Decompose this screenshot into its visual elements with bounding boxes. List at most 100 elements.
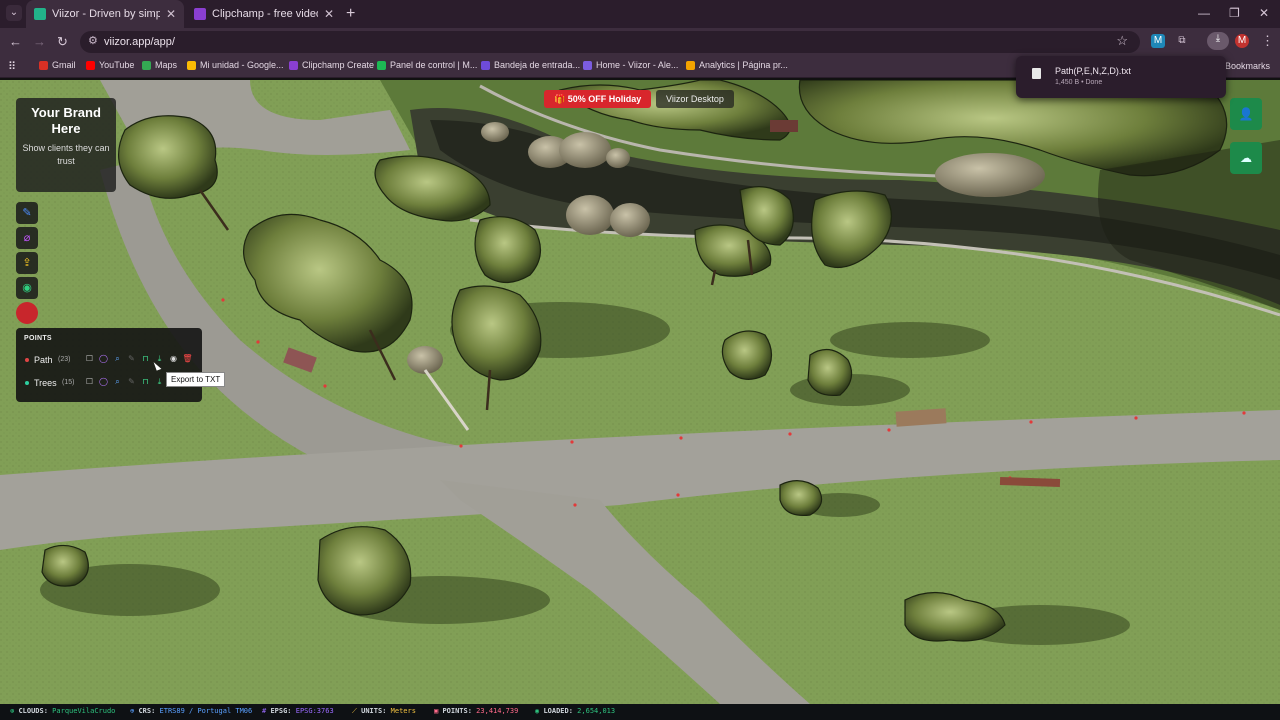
bookmark-label: Gmail	[52, 60, 76, 70]
upload-tool-icon[interactable]: ⇪	[16, 252, 38, 274]
ruler-icon: ⟋	[352, 707, 362, 715]
apps-grid-icon[interactable]: ⠿	[8, 60, 16, 73]
holiday-offer-badge[interactable]: 🎁 50% OFF Holiday	[544, 90, 652, 108]
zoom-to-icon[interactable]: ⌕	[112, 354, 123, 364]
draw-line-tool-icon[interactable]: ✎	[16, 202, 38, 224]
gift-icon: 🎁	[554, 94, 568, 104]
layer-count: (15)	[62, 379, 75, 386]
zoom-to-icon[interactable]: ⌕	[112, 377, 123, 387]
edit-icon[interactable]: ✎	[126, 354, 137, 363]
lock-icon[interactable]: ⊓	[140, 354, 151, 363]
download-popup[interactable]: Path(P,E,N,Z,D).txt 1,450 B • Done	[1016, 56, 1226, 98]
bookmark-star-icon[interactable]: ☆	[1116, 33, 1128, 49]
layer-count: (23)	[58, 356, 71, 363]
inbox-icon	[481, 60, 490, 70]
bookmark-inbox[interactable]: Bandeja de entrada...	[481, 60, 580, 70]
bookmark-label: Bandeja de entrada...	[494, 60, 581, 70]
layer-name: Path	[34, 355, 53, 365]
bookmark-drive[interactable]: Mi unidad - Google...	[187, 60, 284, 70]
holiday-offer-label: 50% OFF Holiday	[567, 94, 642, 104]
status-clouds: ⊛ CLOUDS: ParqueVilaCrudo	[10, 707, 116, 715]
close-tab-icon[interactable]: ✕	[324, 7, 334, 21]
maximize-icon[interactable]: ❐	[1229, 6, 1240, 20]
new-tab-button[interactable]: +	[346, 5, 355, 23]
back-icon[interactable]: ←	[9, 34, 22, 49]
puzzle-extensions-icon[interactable]: ⧉	[1175, 34, 1189, 48]
bookmark-label: YouTube	[99, 60, 135, 70]
panel-icon	[377, 60, 386, 70]
checkbox-icon[interactable]: ☐	[84, 354, 95, 363]
bookmark-maps[interactable]: Maps	[142, 60, 177, 70]
tab-search-button[interactable]: ⌄	[6, 5, 22, 21]
visibility-tool-icon[interactable]: ◉	[16, 277, 38, 299]
edit-icon[interactable]: ✎	[126, 377, 137, 386]
downloads-icon[interactable]: ⤓	[1207, 32, 1229, 50]
close-tab-icon[interactable]: ✕	[166, 7, 176, 21]
layer-name: Trees	[34, 378, 57, 388]
bookmark-viizor-home[interactable]: Home - Viizor - Ale...	[583, 60, 678, 70]
site-info-icon[interactable]: ⚙	[88, 34, 98, 47]
extension-icon[interactable]: M	[1151, 34, 1165, 48]
layer-color-dot	[25, 381, 29, 385]
status-units: ⟋ UNITS: Meters	[352, 707, 416, 715]
bookmark-label: Panel de control | M...	[390, 60, 478, 70]
drive-icon	[187, 60, 196, 70]
minimize-icon[interactable]: —	[1198, 6, 1210, 20]
lock-icon[interactable]: ⊓	[140, 377, 151, 386]
brand-subtitle: Show clients they can trust	[22, 143, 110, 166]
maps-icon	[142, 60, 151, 70]
menu-kebab-icon[interactable]: ⋮	[1261, 33, 1274, 49]
export-txt-icon[interactable]: ⤓	[154, 377, 165, 387]
user-account-icon[interactable]: 👤	[1230, 98, 1262, 130]
points-header: POINTS	[24, 335, 52, 342]
bookmark-label: Home - Viizor - Ale...	[596, 60, 679, 70]
bookmark-analytics[interactable]: Analytics | Página pr...	[686, 60, 788, 70]
viizor-icon	[583, 60, 592, 70]
bookmark-clipchamp[interactable]: Clipchamp Create	[289, 60, 374, 70]
comment-icon[interactable]: ◯	[98, 354, 109, 363]
record-tool-icon[interactable]	[16, 302, 38, 324]
points-panel: POINTS Path (23) ☐ ◯ ⌕ ✎ ⊓ ⤓ ◉ 🗑 Trees (…	[16, 328, 202, 402]
address-bar[interactable]: ⚙ viizor.app/app/ ☆	[80, 31, 1140, 53]
viizor-desktop-button[interactable]: Viizor Desktop	[656, 90, 734, 108]
status-epsg: # EPSG: EPSG:3763	[262, 707, 334, 715]
tab-strip: ⌄ Viizor - Driven by simplicity ✕ Clipch…	[0, 0, 1280, 28]
all-bookmarks-folder[interactable]: Bookmarks	[1225, 61, 1270, 71]
checkbox-icon[interactable]: ☐	[84, 377, 95, 386]
browser-toolbar: ← → ↻ ⚙ viizor.app/app/ ☆ M ⧉ ⤓ M ⋮	[0, 28, 1280, 56]
file-icon	[1032, 68, 1041, 79]
brand-title: Your Brand Here	[31, 105, 101, 136]
comment-icon[interactable]: ◯	[98, 377, 109, 386]
reload-icon[interactable]: ↻	[57, 34, 68, 50]
layer-color-dot	[25, 358, 29, 362]
url-text: viizor.app/app/	[104, 36, 175, 48]
bookmark-label: Analytics | Página pr...	[699, 60, 788, 70]
brand-card: Your Brand Here Show clients they can tr…	[16, 98, 116, 192]
point-cloud-viewport[interactable]: 🎁 50% OFF Holiday Viizor Desktop Your Br…	[0, 80, 1280, 704]
export-tooltip: Export to TXT	[166, 372, 226, 387]
bookmark-youtube[interactable]: YouTube	[86, 60, 134, 70]
download-filename: Path(P,E,N,Z,D).txt	[1055, 66, 1131, 76]
bookmark-label: Clipchamp Create	[302, 60, 375, 70]
cloud-icon[interactable]: ☁	[1230, 142, 1262, 174]
gmail-icon	[39, 60, 48, 70]
bookmark-gmail[interactable]: Gmail	[39, 60, 76, 70]
close-window-icon[interactable]: ✕	[1259, 6, 1269, 20]
measure-tool-icon[interactable]: ⌀	[16, 227, 38, 249]
forward-icon[interactable]: →	[33, 34, 46, 49]
layer-path[interactable]: Path (23) ☐ ◯ ⌕ ✎ ⊓ ⤓ ◉ 🗑	[24, 353, 200, 367]
status-loaded: ◉ LOADED: 2,654,013	[535, 707, 616, 715]
viizor-favicon-icon	[34, 8, 46, 20]
delete-icon[interactable]: 🗑	[182, 354, 193, 363]
bookmark-panel[interactable]: Panel de control | M...	[377, 60, 477, 70]
status-bar: ⊛ CLOUDS: ParqueVilaCrudo ⊕ CRS: ETRS89 …	[0, 704, 1280, 720]
download-meta: 1,450 B • Done	[1055, 79, 1103, 86]
visibility-eye-icon[interactable]: ◉	[168, 354, 179, 363]
tab-title: Clipchamp - free video editor &	[212, 8, 318, 20]
avatar[interactable]: M	[1235, 34, 1249, 48]
tab-viizor[interactable]: Viizor - Driven by simplicity ✕	[26, 0, 184, 28]
tab-clipchamp[interactable]: Clipchamp - free video editor & ✕	[186, 0, 342, 28]
tab-title: Viizor - Driven by simplicity	[52, 8, 160, 20]
clipchamp-icon	[289, 60, 298, 70]
analytics-icon	[686, 60, 695, 70]
